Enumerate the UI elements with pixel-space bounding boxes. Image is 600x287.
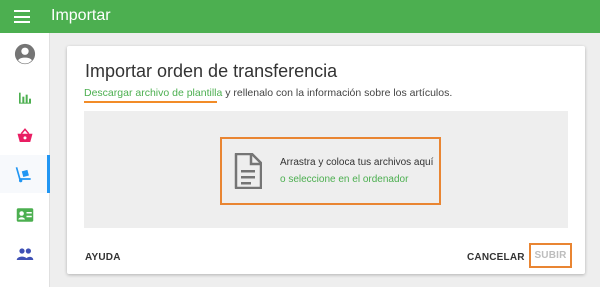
app-bar: Importar [0,0,600,33]
bar-chart-icon [19,92,31,104]
sidebar [0,33,50,287]
import-card: Importar orden de transferencia Descarga… [67,46,585,274]
cancel-button[interactable]: CANCELAR [467,252,525,263]
dolly-transfer-icon [15,167,31,183]
account-icon [14,43,36,65]
app-title: Importar [51,7,111,24]
menu-icon[interactable] [14,10,30,23]
dropzone-text: Arrastra y coloca tus archivos aquí o se… [280,154,433,188]
sidebar-item-people[interactable] [0,235,50,273]
id-card-icon [16,208,34,222]
page-title: Importar orden de transferencia [85,61,338,81]
sidebar-item-contacts[interactable] [0,196,50,234]
file-dropzone[interactable]: Arrastra y coloca tus archivos aquí o se… [84,111,568,228]
help-button[interactable]: AYUDA [85,252,121,263]
sidebar-item-account[interactable] [0,35,50,73]
basket-icon [17,128,33,142]
description-text: y rellenalo con la información sobre los… [222,87,453,99]
upload-button-label: SUBIR [534,250,567,261]
people-icon [16,248,34,260]
select-from-computer-link[interactable]: o seleccione en el ordenador [280,171,433,188]
download-template-link[interactable]: Descargar archivo de plantilla [84,87,222,99]
file-icon [234,153,262,189]
dropzone-target[interactable]: Arrastra y coloca tus archivos aquí o se… [220,137,441,205]
dropzone-instruction: Arrastra y coloca tus archivos aquí [280,157,434,168]
link-highlight-underline [84,101,217,103]
sidebar-item-transfers[interactable] [0,155,50,193]
upload-button[interactable]: SUBIR [529,243,572,268]
sidebar-item-reports[interactable] [0,79,50,117]
sidebar-item-sales[interactable] [0,117,50,155]
description: Descargar archivo de plantilla y rellena… [84,87,452,99]
